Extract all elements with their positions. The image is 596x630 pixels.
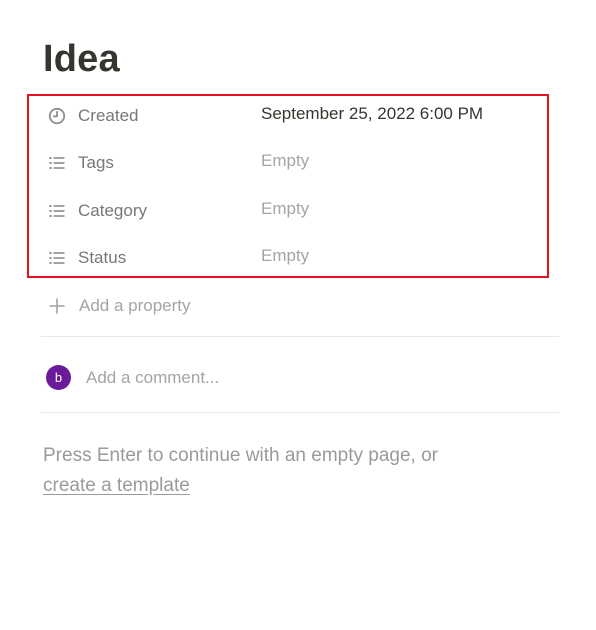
property-row-category[interactable]: Category Empty [0,193,596,229]
clock-icon [48,107,66,125]
list-icon [48,202,66,220]
add-property-label: Add a property [79,296,191,315]
property-value[interactable]: Empty [261,246,309,266]
property-name[interactable]: Tags [78,153,114,173]
comment-input[interactable]: Add a comment... [86,368,219,388]
property-value[interactable]: Empty [261,199,309,219]
create-template-link[interactable]: create a template [43,475,190,496]
property-name[interactable]: Category [78,201,147,221]
list-icon [48,154,66,172]
empty-page-hint: Press Enter to continue with an empty pa… [43,441,438,501]
plus-icon [48,297,66,315]
divider [41,412,559,413]
property-name[interactable]: Created [78,106,138,126]
hint-text: Press Enter to continue with an empty pa… [43,445,438,466]
avatar: b [46,365,71,390]
property-row-created[interactable]: Created September 25, 2022 6:00 PM [0,98,596,134]
divider [41,336,559,337]
property-name[interactable]: Status [78,248,126,268]
page-title[interactable]: Idea [43,36,120,82]
add-property-button[interactable]: Add a property [0,288,596,324]
property-value[interactable]: Empty [261,151,309,171]
property-row-tags[interactable]: Tags Empty [0,145,596,181]
property-value[interactable]: September 25, 2022 6:00 PM [261,104,483,124]
list-icon [48,249,66,267]
property-row-status[interactable]: Status Empty [0,240,596,276]
